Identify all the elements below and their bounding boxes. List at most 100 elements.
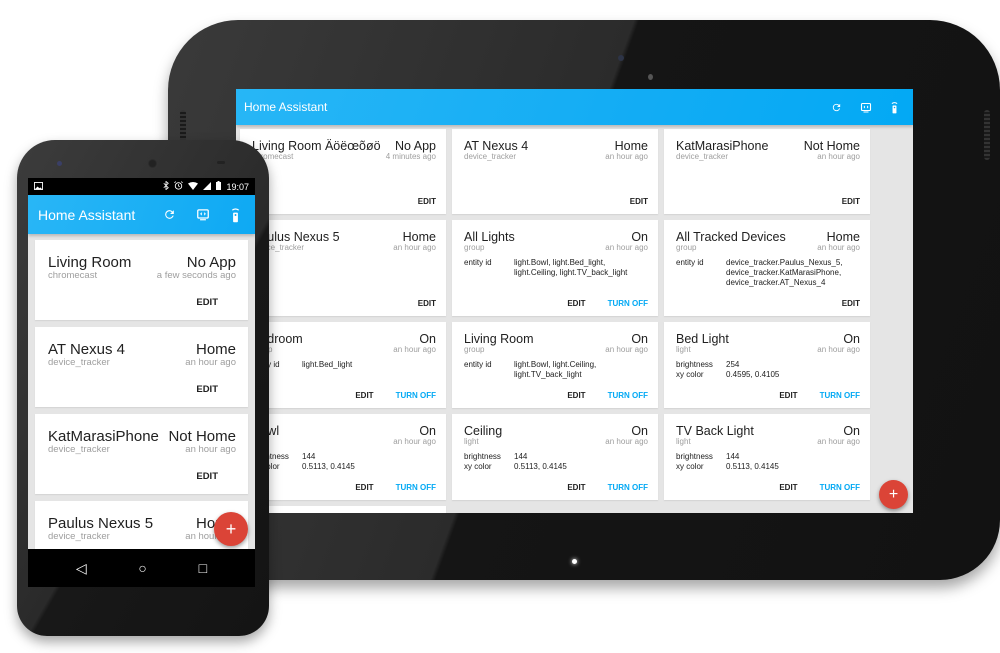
edit-button[interactable]: EDIT: [842, 299, 860, 308]
attribute-row: brightness 144: [252, 452, 436, 462]
entity-card: AT Nexus 4 Home device_tracker an hour ago E…: [35, 327, 248, 407]
last-updated: an hour ago: [393, 345, 436, 354]
remote-icon[interactable]: [890, 101, 899, 114]
cast-icon[interactable]: [860, 102, 872, 113]
last-updated: an hour ago: [605, 437, 648, 446]
turn-off-button[interactable]: TURN OFF: [820, 483, 860, 492]
add-fab-button[interactable]: +: [879, 480, 908, 509]
attribute-key: entity id: [464, 360, 492, 369]
attribute-table: entity id device_tracker.Paulus_Nexus_5, …: [676, 258, 860, 288]
edit-button[interactable]: EDIT: [355, 483, 373, 492]
tablet-app-bar: Home Assistant: [236, 89, 913, 125]
entity-name: Ceiling: [464, 424, 503, 438]
card-actions: EDIT TURN OFF: [779, 391, 860, 400]
attribute-key: entity id: [676, 258, 704, 267]
entity-state: Home: [195, 341, 236, 358]
attribute-table: entity idlight.Bed_light: [252, 360, 436, 370]
attribute-row: xy color 0.4595, 0.4105: [676, 370, 860, 380]
entity-state: On: [419, 424, 436, 438]
edit-button[interactable]: EDIT: [842, 197, 860, 206]
cast-icon[interactable]: [196, 208, 210, 221]
attribute-table: brightness 254 xy color 0.4595, 0.4105: [676, 360, 860, 380]
entity-card: Living Room On group an hour ago entity id li…: [452, 322, 658, 408]
entity-name: AT Nexus 4: [464, 139, 529, 153]
tablet-screen: Home Assistant Living Room Äöëœõøö No App…: [236, 89, 913, 513]
clock-time: 19:07: [226, 181, 249, 192]
card-subheader: device_tracker an hour ago: [676, 152, 860, 161]
attribute-value: 0.5113, 0.4145: [302, 462, 355, 471]
entity-name: AT Nexus 4: [48, 341, 125, 358]
entity-card: AT Nexus 4 Home device_tracker an hour ago E…: [452, 129, 658, 214]
entity-state: Not Home: [803, 139, 860, 153]
attribute-value: 0.5113, 0.4145: [726, 462, 779, 471]
edit-button[interactable]: EDIT: [630, 197, 648, 206]
card-actions: EDIT TURN OFF: [567, 483, 648, 492]
edit-button[interactable]: EDIT: [567, 483, 585, 492]
refresh-icon[interactable]: [163, 208, 176, 221]
edit-button[interactable]: EDIT: [567, 299, 585, 308]
turn-off-button[interactable]: TURN OFF: [608, 299, 648, 308]
card-actions: EDIT: [196, 297, 218, 308]
entity-card: All Lights On group an hour ago entity id lig…: [452, 220, 658, 316]
turn-off-button[interactable]: TURN OFF: [608, 391, 648, 400]
entity-card: All Tracked Devices Home group an hour ago e…: [664, 220, 870, 316]
turn-off-button[interactable]: TURN OFF: [820, 391, 860, 400]
edit-button[interactable]: EDIT: [418, 197, 436, 206]
card-header: Ceiling On: [464, 424, 648, 438]
entity-name: KatMarasiPhone: [48, 428, 159, 445]
entity-domain: device_tracker: [48, 444, 110, 455]
back-button[interactable]: ◁: [76, 560, 87, 577]
card-subheader: groupan hour ago: [464, 243, 648, 252]
attribute-value: 0.4595, 0.4105: [726, 370, 780, 379]
entity-domain: device_tracker: [48, 357, 110, 368]
attribute-row: xy color 0.5113, 0.4145: [464, 462, 648, 472]
edit-button[interactable]: EDIT: [355, 391, 373, 400]
turn-off-button[interactable]: TURN OFF: [396, 391, 436, 400]
remote-icon[interactable]: [230, 207, 241, 223]
edit-button[interactable]: EDIT: [779, 483, 797, 492]
attribute-value: 144: [302, 452, 316, 461]
card-actions: EDIT TURN OFF: [567, 391, 648, 400]
entity-state: Home: [402, 230, 436, 244]
turn-off-button[interactable]: TURN OFF: [608, 483, 648, 492]
add-fab-button[interactable]: +: [214, 512, 248, 546]
card-subheader: groupan hour ago: [252, 345, 436, 354]
card-subheader: groupan hour ago: [464, 345, 648, 354]
edit-button[interactable]: EDIT: [418, 299, 436, 308]
gallery-notification-icon: [34, 181, 163, 192]
card-header: AT Nexus 4 Home: [464, 139, 648, 153]
edit-button[interactable]: EDIT: [779, 391, 797, 400]
card-actions: EDIT TURN OFF: [567, 299, 648, 308]
last-updated: an hour ago: [185, 357, 236, 368]
entity-domain: group: [464, 345, 485, 354]
entity-name: Bed Light: [676, 332, 729, 346]
card-actions: EDIT: [842, 299, 860, 308]
card-subheader: device_tracker an hour ago: [48, 357, 236, 368]
refresh-icon[interactable]: [831, 102, 842, 113]
attribute-table: entity id light.Bowl, light.Ceiling, ligh…: [464, 360, 648, 380]
edit-button[interactable]: EDIT: [196, 297, 218, 308]
edit-button[interactable]: EDIT: [196, 471, 218, 482]
edit-button[interactable]: EDIT: [196, 384, 218, 395]
recents-button[interactable]: □: [199, 560, 207, 576]
card-header: AT Nexus 4 Home: [48, 341, 236, 358]
entity-name: All Lights: [464, 230, 515, 244]
card-subheader: device_tracker an hour ago: [48, 444, 236, 455]
card-actions: EDIT: [418, 299, 436, 308]
attribute-key: brightness: [676, 452, 713, 461]
phone-screen: 19:07 Home Assistant Living Room No App ch…: [28, 178, 255, 587]
entity-state: On: [843, 332, 860, 346]
card-subheader: device_tracker an hour ago: [252, 243, 436, 252]
home-button[interactable]: ○: [138, 560, 146, 576]
card-actions: EDIT: [418, 197, 436, 206]
last-updated: an hour ago: [817, 345, 860, 354]
card-header: TV Back Light On: [676, 424, 860, 438]
entity-state: On: [631, 424, 648, 438]
card-header: Living Room Äöëœõøö No App: [252, 139, 436, 153]
card-header: Living Room No App: [48, 254, 236, 271]
last-updated: an hour ago: [605, 152, 648, 161]
attribute-value: 0.5113, 0.4145: [514, 462, 567, 471]
turn-off-button[interactable]: TURN OFF: [396, 483, 436, 492]
attribute-row: entity id light.Bowl, light.Ceiling, ligh…: [464, 360, 648, 380]
edit-button[interactable]: EDIT: [567, 391, 585, 400]
